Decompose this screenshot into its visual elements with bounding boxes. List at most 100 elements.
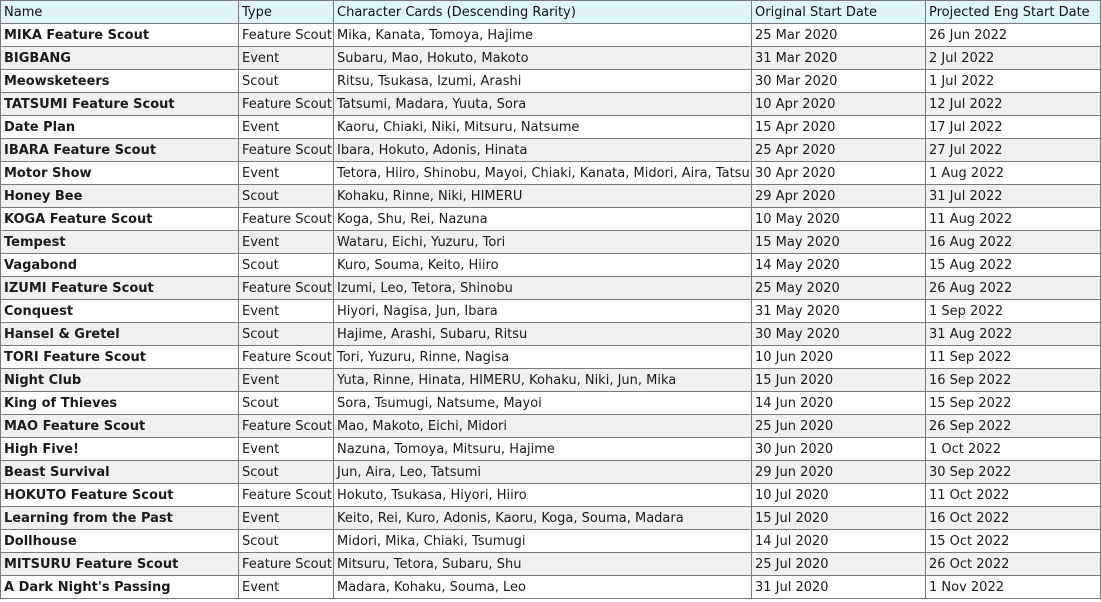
name-cell[interactable]: IBARA Feature Scout — [0, 138, 239, 162]
name-cell[interactable]: Learning from the Past — [0, 506, 239, 530]
projected-eng-start-date-cell[interactable]: 16 Oct 2022 — [925, 506, 1101, 530]
table-row[interactable]: Hansel & Gretel Scout Hajime, Arashi, Suba… — [0, 322, 1101, 346]
type-cell[interactable]: Feature Scout — [238, 207, 334, 231]
original-start-date-cell[interactable]: 15 Jun 2020 — [751, 368, 926, 392]
name-cell[interactable]: Motor Show — [0, 161, 239, 185]
type-cell[interactable]: Feature Scout — [238, 276, 334, 300]
original-start-date-cell[interactable]: 10 May 2020 — [751, 207, 926, 231]
name-cell[interactable]: TORI Feature Scout — [0, 345, 239, 369]
projected-eng-start-date-cell[interactable]: 11 Sep 2022 — [925, 345, 1101, 369]
projected-eng-start-date-cell[interactable]: 26 Sep 2022 — [925, 414, 1101, 438]
character-cards-cell[interactable]: Ritsu, Tsukasa, Izumi, Arashi — [333, 69, 752, 93]
table-row[interactable]: HOKUTO Feature Scout Feature Scout Hokuto,… — [0, 483, 1101, 507]
projected-eng-start-date-cell[interactable]: 17 Jul 2022 — [925, 115, 1101, 139]
character-cards-cell[interactable]: Midori, Mika, Chiaki, Tsumugi — [333, 529, 752, 553]
projected-eng-start-date-cell[interactable]: 26 Aug 2022 — [925, 276, 1101, 300]
character-cards-cell[interactable]: Tatsumi, Madara, Yuuta, Sora — [333, 92, 752, 116]
column-header-character-cards[interactable]: Character Cards (Descending Rarity) — [333, 0, 752, 24]
type-cell[interactable]: Scout — [238, 460, 334, 484]
name-cell[interactable]: IZUMI Feature Scout — [0, 276, 239, 300]
character-cards-cell[interactable]: Mao, Makoto, Eichi, Midori — [333, 414, 752, 438]
table-row[interactable]: BIGBANG Event Subaru, Mao, Hokuto, Makoto 3… — [0, 46, 1101, 70]
table-row[interactable]: IZUMI Feature Scout Feature Scout Izumi, L… — [0, 276, 1101, 300]
character-cards-cell[interactable]: Subaru, Mao, Hokuto, Makoto — [333, 46, 752, 70]
original-start-date-cell[interactable]: 15 Apr 2020 — [751, 115, 926, 139]
projected-eng-start-date-cell[interactable]: 31 Aug 2022 — [925, 322, 1101, 346]
character-cards-cell[interactable]: Koga, Shu, Rei, Nazuna — [333, 207, 752, 231]
table-row[interactable]: Learning from the Past Event Keito, Rei, K… — [0, 506, 1101, 530]
original-start-date-cell[interactable]: 14 Jun 2020 — [751, 391, 926, 415]
character-cards-cell[interactable]: Madara, Kohaku, Souma, Leo — [333, 575, 752, 599]
projected-eng-start-date-cell[interactable]: 1 Oct 2022 — [925, 437, 1101, 461]
character-cards-cell[interactable]: Hajime, Arashi, Subaru, Ritsu — [333, 322, 752, 346]
type-cell[interactable]: Event — [238, 46, 334, 70]
character-cards-cell[interactable]: Kuro, Souma, Keito, Hiiro — [333, 253, 752, 277]
type-cell[interactable]: Feature Scout — [238, 414, 334, 438]
original-start-date-cell[interactable]: 10 Jul 2020 — [751, 483, 926, 507]
projected-eng-start-date-cell[interactable]: 27 Jul 2022 — [925, 138, 1101, 162]
table-row[interactable]: TATSUMI Feature Scout Feature Scout Tatsum… — [0, 92, 1101, 116]
character-cards-cell[interactable]: Kohaku, Rinne, Niki, HIMERU — [333, 184, 752, 208]
type-cell[interactable]: Feature Scout — [238, 23, 334, 47]
table-row[interactable]: A Dark Night's Passing Event Madara, Kohak… — [0, 575, 1101, 599]
character-cards-cell[interactable]: Mitsuru, Tetora, Subaru, Shu — [333, 552, 752, 576]
name-cell[interactable]: Night Club — [0, 368, 239, 392]
name-cell[interactable]: King of Thieves — [0, 391, 239, 415]
table-row[interactable]: KOGA Feature Scout Feature Scout Koga, Shu… — [0, 207, 1101, 231]
character-cards-cell[interactable]: Sora, Tsumugi, Natsume, Mayoi — [333, 391, 752, 415]
name-cell[interactable]: Tempest — [0, 230, 239, 254]
table-row[interactable]: Honey Bee Scout Kohaku, Rinne, Niki, HIMER… — [0, 184, 1101, 208]
character-cards-cell[interactable]: Ibara, Hokuto, Adonis, Hinata — [333, 138, 752, 162]
table-row[interactable]: MITSURU Feature Scout Feature Scout Mitsur… — [0, 552, 1101, 576]
original-start-date-cell[interactable]: 31 Mar 2020 — [751, 46, 926, 70]
type-cell[interactable]: Event — [238, 437, 334, 461]
original-start-date-cell[interactable]: 15 Jul 2020 — [751, 506, 926, 530]
projected-eng-start-date-cell[interactable]: 1 Sep 2022 — [925, 299, 1101, 323]
original-start-date-cell[interactable]: 31 May 2020 — [751, 299, 926, 323]
character-cards-cell[interactable]: Wataru, Eichi, Yuzuru, Tori — [333, 230, 752, 254]
name-cell[interactable]: Meowsketeers — [0, 69, 239, 93]
character-cards-cell[interactable]: Jun, Aira, Leo, Tatsumi — [333, 460, 752, 484]
original-start-date-cell[interactable]: 31 Jul 2020 — [751, 575, 926, 599]
name-cell[interactable]: A Dark Night's Passing — [0, 575, 239, 599]
original-start-date-cell[interactable]: 25 Apr 2020 — [751, 138, 926, 162]
name-cell[interactable]: Hansel & Gretel — [0, 322, 239, 346]
original-start-date-cell[interactable]: 10 Apr 2020 — [751, 92, 926, 116]
type-cell[interactable]: Scout — [238, 322, 334, 346]
name-cell[interactable]: Vagabond — [0, 253, 239, 277]
name-cell[interactable]: Date Plan — [0, 115, 239, 139]
character-cards-cell[interactable]: Yuta, Rinne, Hinata, HIMERU, Kohaku, Nik… — [333, 368, 752, 392]
projected-eng-start-date-cell[interactable]: 26 Jun 2022 — [925, 23, 1101, 47]
original-start-date-cell[interactable]: 14 May 2020 — [751, 253, 926, 277]
projected-eng-start-date-cell[interactable]: 11 Oct 2022 — [925, 483, 1101, 507]
original-start-date-cell[interactable]: 25 Jul 2020 — [751, 552, 926, 576]
type-cell[interactable]: Feature Scout — [238, 92, 334, 116]
name-cell[interactable]: BIGBANG — [0, 46, 239, 70]
original-start-date-cell[interactable]: 10 Jun 2020 — [751, 345, 926, 369]
type-cell[interactable]: Event — [238, 230, 334, 254]
projected-eng-start-date-cell[interactable]: 1 Aug 2022 — [925, 161, 1101, 185]
name-cell[interactable]: HOKUTO Feature Scout — [0, 483, 239, 507]
type-cell[interactable]: Event — [238, 575, 334, 599]
type-cell[interactable]: Event — [238, 299, 334, 323]
projected-eng-start-date-cell[interactable]: 16 Aug 2022 — [925, 230, 1101, 254]
original-start-date-cell[interactable]: 29 Apr 2020 — [751, 184, 926, 208]
table-row[interactable]: Tempest Event Wataru, Eichi, Yuzuru, Tori 1… — [0, 230, 1101, 254]
table-row[interactable]: Meowsketeers Scout Ritsu, Tsukasa, Izumi, … — [0, 69, 1101, 93]
character-cards-cell[interactable]: Hokuto, Tsukasa, Hiyori, Hiiro — [333, 483, 752, 507]
name-cell[interactable]: MIKA Feature Scout — [0, 23, 239, 47]
type-cell[interactable]: Scout — [238, 69, 334, 93]
character-cards-cell[interactable]: Hiyori, Nagisa, Jun, Ibara — [333, 299, 752, 323]
table-row[interactable]: Vagabond Scout Kuro, Souma, Keito, Hiiro 14… — [0, 253, 1101, 277]
character-cards-cell[interactable]: Mika, Kanata, Tomoya, Hajime — [333, 23, 752, 47]
column-header-original-start-date[interactable]: Original Start Date — [751, 0, 926, 24]
original-start-date-cell[interactable]: 30 Jun 2020 — [751, 437, 926, 461]
name-cell[interactable]: Dollhouse — [0, 529, 239, 553]
projected-eng-start-date-cell[interactable]: 1 Nov 2022 — [925, 575, 1101, 599]
table-row[interactable]: Beast Survival Scout Jun, Aira, Leo, Tatsu… — [0, 460, 1101, 484]
name-cell[interactable]: TATSUMI Feature Scout — [0, 92, 239, 116]
projected-eng-start-date-cell[interactable]: 26 Oct 2022 — [925, 552, 1101, 576]
type-cell[interactable]: Event — [238, 506, 334, 530]
table-row[interactable]: High Five! Event Nazuna, Tomoya, Mitsuru, … — [0, 437, 1101, 461]
table-row[interactable]: IBARA Feature Scout Feature Scout Ibara, H… — [0, 138, 1101, 162]
